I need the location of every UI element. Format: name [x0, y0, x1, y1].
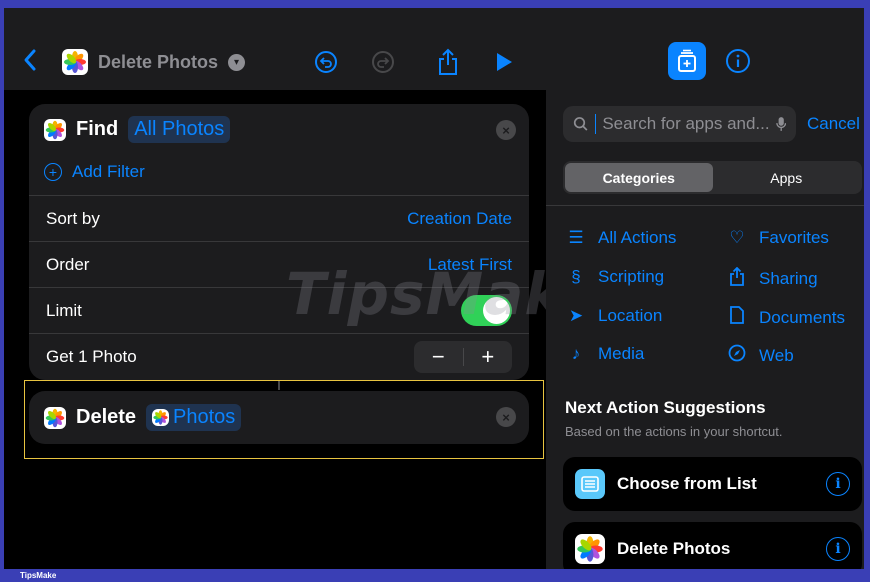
sort-by-row[interactable]: Sort by Creation Date: [29, 195, 529, 241]
sort-by-label: Sort by: [46, 208, 100, 228]
info-icon[interactable]: i: [826, 537, 850, 561]
window-frame-left: [0, 0, 4, 582]
remove-action-button[interactable]: ×: [496, 120, 516, 140]
category-media[interactable]: ♪ Media: [566, 344, 645, 364]
run-button[interactable]: [490, 48, 518, 76]
category-label: All Actions: [598, 228, 677, 247]
find-action-header: Find All Photos: [44, 116, 231, 143]
search-field[interactable]: Search for apps and...: [563, 106, 796, 142]
category-documents[interactable]: Documents: [727, 306, 845, 329]
back-button[interactable]: [22, 48, 38, 77]
search-icon: [573, 117, 588, 131]
document-icon: [727, 306, 747, 329]
play-icon: [497, 53, 512, 71]
find-verb: Find: [76, 118, 119, 140]
search-placeholder: Search for apps and...: [602, 114, 770, 133]
delete-target-token[interactable]: Photos: [146, 404, 242, 431]
photos-app-icon: [44, 118, 66, 141]
get-count-row: Get 1 Photo − +: [29, 333, 529, 379]
stepper-minus-button[interactable]: −: [414, 341, 463, 373]
photos-app-icon: [62, 49, 88, 75]
category-label: Documents: [759, 307, 845, 327]
photos-app-icon: [575, 534, 605, 564]
undo-icon: [315, 51, 337, 73]
add-filter-button[interactable]: + Add Filter: [44, 162, 145, 182]
editor-toolbar: Delete Photos ▾: [4, 8, 546, 90]
music-note-icon: ♪: [571, 344, 581, 363]
shortcut-details-button[interactable]: [725, 48, 751, 79]
share-icon: [727, 266, 747, 291]
share-button[interactable]: [434, 48, 462, 76]
redo-icon: [372, 51, 394, 73]
scripting-icon: §: [571, 267, 581, 286]
editor-pane: Delete Photos ▾ Find All Photos × + Add …: [4, 8, 601, 569]
suggestions-subtitle: Based on the actions in your shortcut.: [565, 424, 783, 439]
undo-button[interactable]: [312, 48, 340, 76]
category-label: Scripting: [598, 267, 665, 286]
chevron-down-icon: ▾: [228, 53, 246, 71]
list-icon: ☰: [568, 228, 584, 247]
category-label: Web: [759, 345, 794, 365]
find-target-token[interactable]: All Photos: [128, 116, 231, 143]
close-icon: ×: [502, 122, 510, 138]
window-frame-right: [864, 0, 870, 582]
list-app-icon: [575, 469, 605, 499]
chevron-left-icon: [24, 49, 36, 71]
category-sharing[interactable]: Sharing: [727, 266, 818, 291]
compass-icon: [727, 344, 747, 367]
category-label: Favorites: [759, 228, 829, 247]
delete-action-header: Delete Photos: [44, 404, 242, 431]
category-web[interactable]: Web: [727, 344, 794, 367]
photos-app-icon: [44, 406, 66, 429]
window-frame-top: [0, 0, 870, 8]
delete-target-label: Photos: [173, 406, 236, 428]
limit-label: Limit: [46, 300, 82, 320]
shortcut-title-button[interactable]: Delete Photos ▾: [62, 48, 246, 76]
suggestion-choose-from-list[interactable]: Choose from List i: [563, 457, 862, 511]
sort-by-value[interactable]: Creation Date: [407, 209, 512, 229]
info-icon[interactable]: i: [826, 472, 850, 496]
category-location[interactable]: ➤ Location: [566, 306, 662, 326]
plus-circle-icon: +: [44, 163, 62, 181]
shortcut-title: Delete Photos: [98, 51, 219, 72]
text-cursor: [594, 114, 597, 134]
cancel-button[interactable]: Cancel: [807, 114, 860, 134]
delete-photos-action[interactable]: Delete Photos ×: [29, 391, 529, 444]
suggestion-label: Choose from List: [617, 474, 757, 493]
library-segmented-control[interactable]: Categories Apps: [563, 161, 862, 194]
category-all-actions[interactable]: ☰ All Actions: [566, 228, 676, 248]
category-label: Sharing: [759, 269, 818, 288]
category-favorites[interactable]: ♡ Favorites: [727, 228, 829, 248]
footer-brand: TipsMake: [20, 571, 57, 580]
add-action-icon: [678, 49, 696, 72]
redo-button[interactable]: [369, 48, 397, 76]
find-photos-action[interactable]: Find All Photos × + Add Filter Sort by C…: [29, 104, 529, 380]
microphone-icon[interactable]: [775, 115, 786, 133]
segment-apps[interactable]: Apps: [713, 163, 861, 192]
remove-action-button[interactable]: ×: [496, 407, 516, 427]
close-icon: ×: [502, 409, 510, 425]
category-scripting[interactable]: § Scripting: [566, 267, 664, 287]
heart-icon: ♡: [729, 228, 745, 247]
suggestion-label: Delete Photos: [617, 539, 731, 558]
action-library-button[interactable]: [668, 42, 706, 80]
category-label: Location: [598, 306, 663, 325]
info-icon: [726, 49, 750, 73]
share-icon: [439, 48, 457, 75]
divider: [546, 205, 864, 206]
photos-variable-icon: [152, 409, 170, 426]
delete-verb: Delete: [76, 406, 137, 428]
category-label: Media: [598, 344, 645, 363]
footer-bar: TipsMake: [0, 569, 870, 582]
suggestion-delete-photos[interactable]: Delete Photos i: [563, 522, 862, 576]
segment-categories[interactable]: Categories: [565, 163, 713, 192]
location-icon: ➤: [568, 306, 584, 325]
add-filter-label: Add Filter: [72, 162, 145, 181]
stepper-plus-button[interactable]: +: [464, 341, 513, 373]
count-stepper[interactable]: − +: [414, 340, 513, 373]
get-count-label: Get 1 Photo: [46, 346, 137, 366]
suggestions-heading: Next Action Suggestions: [565, 398, 766, 417]
order-label: Order: [46, 254, 90, 274]
action-library-pane: Search for apps and... Cancel Categories…: [546, 8, 864, 576]
